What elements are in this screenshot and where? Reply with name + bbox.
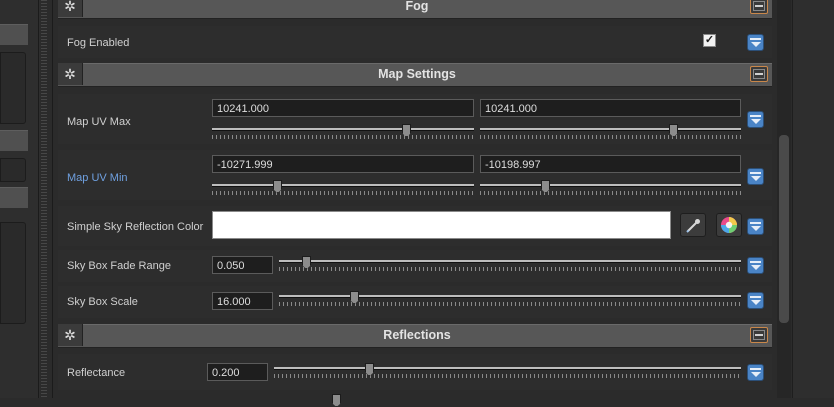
map-uv-min-label: Map UV Min [67, 172, 128, 184]
eyedropper-button[interactable] [680, 213, 706, 237]
panel-divider [52, 0, 53, 398]
section-title: Fog [405, 0, 429, 13]
gear-icon: ✲ [64, 0, 76, 14]
sky-box-scale-label: Sky Box Scale [67, 296, 138, 308]
map-uv-min-x-input[interactable]: -10271.999 [212, 155, 474, 173]
sky-box-scale-input[interactable]: 16.000 [212, 292, 273, 310]
sky-box-fade-range-label: Sky Box Fade Range [67, 260, 171, 272]
collapse-button[interactable] [750, 327, 768, 343]
property-row [58, 26, 772, 58]
map-uv-max-x-slider[interactable] [212, 128, 474, 131]
sky-box-scale-dropdown-button[interactable] [747, 292, 764, 309]
sky-box-fade-range-input[interactable]: 0.050 [212, 256, 273, 274]
sky-box-fade-range-dropdown-button[interactable] [747, 257, 764, 274]
eyedropper-icon [686, 219, 700, 233]
fog-enabled-dropdown-button[interactable] [747, 34, 764, 51]
left-panel-box [0, 158, 26, 182]
section-icon-box: ✲ [58, 0, 83, 17]
map-uv-min-dropdown-button[interactable] [747, 168, 764, 185]
slider-ticks [279, 267, 741, 271]
left-panel-bar[interactable] [0, 187, 28, 208]
slider-ticks [274, 374, 741, 378]
collapse-button[interactable] [750, 66, 768, 82]
slider-ticks [480, 135, 741, 139]
color-picker-button[interactable] [716, 213, 742, 237]
gear-icon: ✲ [64, 66, 76, 82]
reflectance-label: Reflectance [67, 367, 126, 379]
fog-enabled-label: Fog Enabled [67, 37, 130, 49]
slider-ticks [212, 191, 474, 195]
scrollbar-thumb[interactable] [779, 135, 789, 323]
map-uv-min-y-slider[interactable] [480, 184, 741, 187]
left-panel-box [0, 52, 26, 124]
sky-reflection-color-label: Simple Sky Reflection Color [67, 221, 204, 233]
collapse-button[interactable] [750, 0, 768, 14]
reflectance-slider[interactable] [274, 367, 741, 370]
slider-ticks [480, 191, 741, 195]
section-icon-box: ✲ [58, 324, 83, 346]
map-uv-max-label: Map UV Max [67, 116, 131, 128]
reflectance-dropdown-button[interactable] [747, 364, 764, 381]
panel-divider [38, 0, 39, 398]
map-uv-min-x-slider[interactable] [212, 184, 474, 187]
splitter-handle[interactable] [41, 0, 47, 398]
gear-icon: ✲ [64, 327, 76, 343]
left-panel-bar[interactable] [0, 24, 28, 45]
section-title: Reflections [383, 328, 451, 342]
reflectance-input[interactable]: 0.200 [207, 363, 268, 381]
slider-thumb[interactable] [332, 394, 341, 407]
map-uv-max-dropdown-button[interactable] [747, 111, 764, 128]
left-panel-bar[interactable] [0, 130, 28, 151]
slider-ticks [212, 135, 474, 139]
section-title: Map Settings [378, 67, 456, 81]
sky-box-scale-slider[interactable] [279, 295, 741, 298]
property-row [58, 354, 772, 390]
sky-box-fade-range-slider[interactable] [279, 260, 741, 263]
sky-reflection-color-dropdown-button[interactable] [747, 218, 764, 235]
map-uv-min-y-input[interactable]: -10198.997 [480, 155, 741, 173]
right-panel-edge [792, 0, 834, 398]
left-panel-box [0, 222, 26, 324]
section-icon-box: ✲ [58, 63, 83, 85]
color-wheel-icon [721, 217, 737, 233]
color-swatch[interactable] [212, 211, 671, 239]
map-uv-max-y-slider[interactable] [480, 128, 741, 131]
map-uv-max-x-input[interactable]: 10241.000 [212, 99, 474, 117]
fog-enabled-checkbox[interactable]: ✓ [703, 34, 716, 47]
slider-ticks [279, 302, 741, 306]
map-uv-max-y-input[interactable]: 10241.000 [480, 99, 741, 117]
